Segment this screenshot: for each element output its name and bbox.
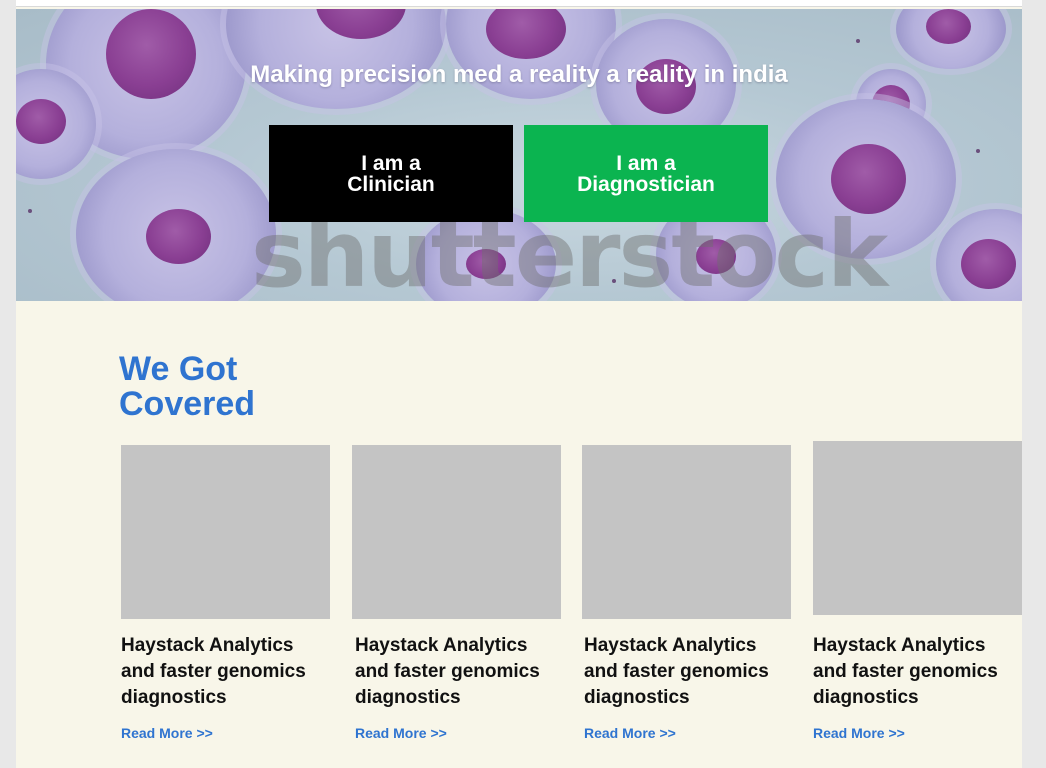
cell-image bbox=[226, 9, 446, 109]
clinician-button[interactable]: I am a Clinician bbox=[269, 125, 513, 222]
article-image-placeholder[interactable] bbox=[582, 445, 791, 619]
article-image-placeholder[interactable] bbox=[352, 445, 561, 619]
article-title: Haystack Analytics and faster genomics d… bbox=[355, 635, 540, 708]
article-title: Haystack Analytics and faster genomics d… bbox=[813, 635, 998, 708]
top-bar bbox=[16, 0, 1022, 7]
hero-banner: shutterstock Making precision med a real… bbox=[16, 9, 1022, 301]
cell-image bbox=[896, 9, 1006, 69]
cell-image bbox=[936, 209, 1022, 301]
read-more-link[interactable]: Read More >> bbox=[584, 725, 676, 741]
diagnostician-button[interactable]: I am a Diagnostician bbox=[524, 125, 768, 222]
read-more-link[interactable]: Read More >> bbox=[355, 725, 447, 741]
page: shutterstock Making precision med a real… bbox=[16, 0, 1022, 768]
article-image-placeholder[interactable] bbox=[813, 441, 1022, 615]
cell-image bbox=[76, 149, 276, 301]
article-card: Haystack Analytics and faster genomics d… bbox=[582, 445, 791, 743]
article-image-placeholder[interactable] bbox=[121, 445, 330, 619]
article-card: Haystack Analytics and faster genomics d… bbox=[352, 445, 561, 743]
read-more-link[interactable]: Read More >> bbox=[121, 725, 213, 741]
section-heading: We Got Covered bbox=[119, 350, 256, 423]
read-more-link[interactable]: Read More >> bbox=[813, 725, 905, 741]
article-card: Haystack Analytics and faster genomics d… bbox=[813, 441, 1022, 743]
article-card: Haystack Analytics and faster genomics d… bbox=[121, 445, 330, 743]
article-title: Haystack Analytics and faster genomics d… bbox=[584, 635, 769, 708]
article-title: Haystack Analytics and faster genomics d… bbox=[121, 635, 306, 708]
hero-title: Making precision med a reality a reality… bbox=[250, 61, 788, 88]
